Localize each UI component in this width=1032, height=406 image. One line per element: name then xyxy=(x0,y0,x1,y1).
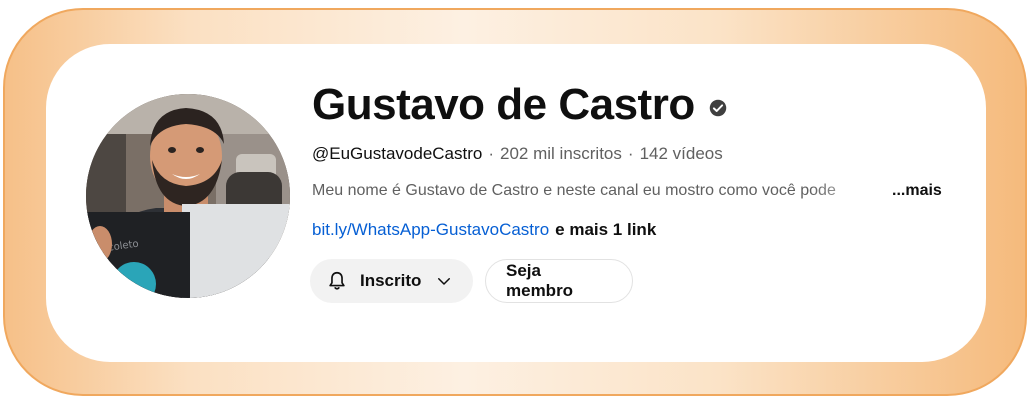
subscriber-count: 202 mil inscritos xyxy=(500,144,622,163)
subscribed-button[interactable]: Inscrito xyxy=(310,259,473,303)
description-more-button[interactable]: ...mais xyxy=(892,182,942,200)
channel-avatar[interactable]: ●coleto xyxy=(86,94,290,298)
channel-link[interactable]: bit.ly/WhatsApp-GustavoCastro xyxy=(312,220,549,239)
channel-links: bit.ly/WhatsApp-GustavoCastro e mais 1 li… xyxy=(312,220,656,240)
channel-actions: Inscrito Seja membro xyxy=(310,259,633,303)
join-label: Seja membro xyxy=(506,261,574,300)
meta-separator: · xyxy=(627,144,634,163)
bell-icon xyxy=(329,271,345,290)
description-text: Meu nome é Gustavo de Castro e neste can… xyxy=(312,182,836,199)
channel-meta: @EuGustavodeCastro · 202 mil inscritos · 142… xyxy=(312,144,723,164)
channel-title-row: Gustavo de Castro xyxy=(312,80,727,130)
channel-name: Gustavo de Castro xyxy=(312,80,695,129)
meta-separator: · xyxy=(488,144,495,163)
video-count: 142 vídeos xyxy=(639,144,723,163)
channel-description[interactable]: Meu nome é Gustavo de Castro e neste can… xyxy=(312,182,942,200)
join-button[interactable]: Seja membro xyxy=(485,259,633,303)
subscribed-label: Inscrito xyxy=(360,271,422,290)
avatar-photo: ●coleto xyxy=(86,94,290,298)
more-links-button[interactable]: e mais 1 link xyxy=(555,220,656,239)
verified-check-icon xyxy=(709,99,726,117)
channel-handle: @EuGustavodeCastro xyxy=(312,144,483,163)
chevron-down-icon xyxy=(438,278,451,285)
